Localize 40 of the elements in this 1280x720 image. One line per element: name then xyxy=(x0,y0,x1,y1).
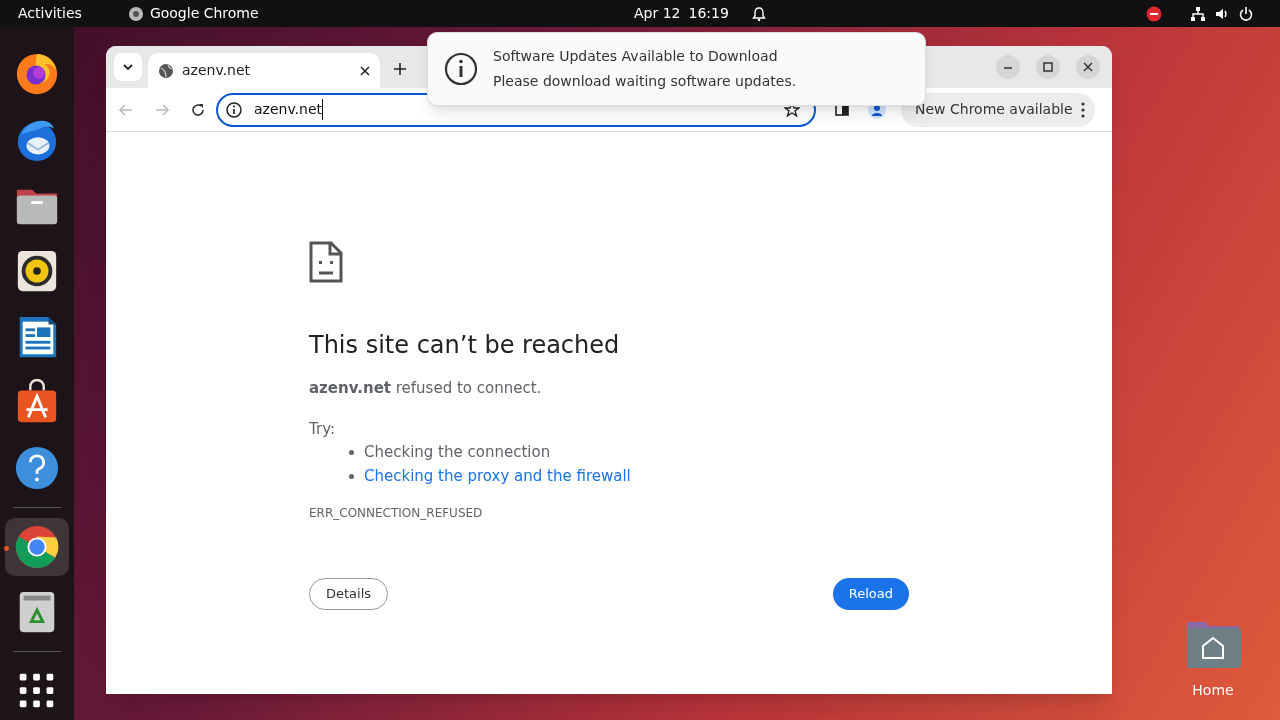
close-button[interactable] xyxy=(1076,55,1100,79)
error-message: azenv.net refused to connect. xyxy=(309,378,543,399)
power-icon[interactable] xyxy=(1238,5,1254,22)
suggestion-link[interactable]: Checking the proxy and the firewall xyxy=(364,464,631,488)
globe-icon xyxy=(158,62,174,79)
dock-item[interactable] xyxy=(5,517,69,576)
suggestion-text: Checking the connection xyxy=(364,442,551,463)
bullet xyxy=(349,449,354,455)
more-options-icon[interactable] xyxy=(1080,101,1085,118)
error-title: This site can’t be reached xyxy=(309,330,621,361)
info-icon xyxy=(444,52,478,86)
reload-button[interactable]: Reload xyxy=(832,578,909,610)
do-not-disturb-icon[interactable] xyxy=(1146,5,1162,22)
info-icon[interactable] xyxy=(226,101,242,118)
notification-body: Please download waiting software updates. xyxy=(493,72,797,91)
sad-page-icon xyxy=(309,241,343,283)
maximize-button[interactable] xyxy=(1036,55,1060,79)
reload-icon[interactable] xyxy=(190,101,206,118)
close-icon[interactable] xyxy=(360,65,370,76)
desktop-icon-label: Home xyxy=(1192,681,1234,700)
chevron-down-icon xyxy=(123,64,133,70)
tab-search-button[interactable] xyxy=(114,53,142,81)
try-label: Try: xyxy=(309,418,336,440)
bullet xyxy=(349,473,354,479)
update-chip[interactable]: New Chrome available xyxy=(901,92,1095,127)
app-menu[interactable]: Google Chrome xyxy=(149,3,259,24)
minimize-button[interactable] xyxy=(996,55,1020,79)
app-menu-icon xyxy=(127,5,144,22)
clock-time[interactable]: 16:19 xyxy=(688,3,729,24)
browser-tab[interactable]: azenv.net xyxy=(148,53,380,88)
question-mark-icon xyxy=(14,445,60,492)
chrome-icon xyxy=(14,523,60,570)
bell-icon xyxy=(750,5,767,22)
clock-date[interactable]: Apr 12 xyxy=(634,3,681,24)
notification-title: Software Updates Available to Download xyxy=(493,47,779,66)
error-code: ERR_CONNECTION_REFUSED xyxy=(309,505,484,522)
activities-button[interactable]: Activities xyxy=(18,3,82,24)
network-icon[interactable] xyxy=(1190,5,1206,22)
details-button[interactable]: Details xyxy=(309,578,389,610)
plus-icon[interactable] xyxy=(394,63,406,75)
